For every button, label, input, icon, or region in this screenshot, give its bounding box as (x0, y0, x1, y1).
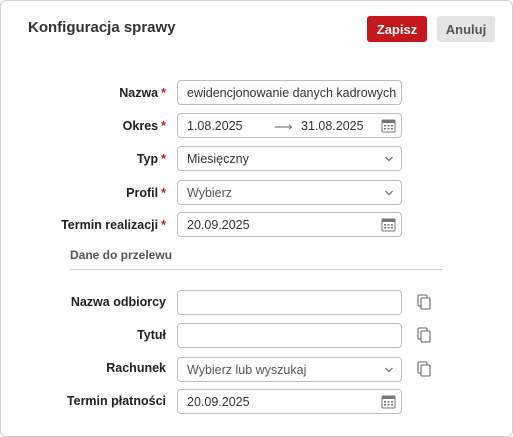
calendar-icon[interactable] (381, 118, 396, 133)
name-label-text: Nazwa (119, 86, 159, 100)
account-select[interactable]: Wybierz lub wyszukaj (177, 357, 402, 382)
subject-label: Tytuł (137, 328, 166, 342)
arrow-right-icon: ⟶ (274, 119, 293, 134)
name-input-value: ewidencjonowanie danych kadrowych (187, 85, 397, 100)
payment-date-label: Termin płatności (66, 394, 166, 408)
deadline-label: Termin realizacji * (61, 213, 166, 237)
period-range-input[interactable]: 1.08.2025 ⟶ 31.08.2025 (177, 113, 402, 138)
copy-icon[interactable] (417, 327, 431, 343)
payment-date-value: 20.09.2025 (187, 394, 250, 409)
period-label: Okres * (123, 114, 166, 138)
required-mark: * (161, 152, 166, 166)
profile-select-placeholder: Wybierz (187, 185, 233, 200)
type-select-value: Miesięczny (187, 151, 249, 166)
deadline-label-text: Termin realizacji (61, 218, 159, 232)
calendar-icon[interactable] (381, 217, 396, 232)
case-config-dialog: Konfiguracja sprawy Zapisz Anuluj Nazwa … (0, 0, 513, 437)
chevron-down-icon (385, 156, 393, 162)
payment-date-input[interactable]: 20.09.2025 (177, 389, 402, 414)
dialog-title: Konfiguracja sprawy (28, 19, 176, 36)
account-select-placeholder: Wybierz lub wyszukaj (187, 362, 307, 377)
section-divider (70, 269, 443, 270)
period-label-text: Okres (122, 119, 159, 133)
required-mark: * (161, 218, 166, 232)
calendar-icon[interactable] (381, 394, 396, 409)
copy-icon[interactable] (417, 361, 431, 377)
account-label: Rachunek (106, 361, 166, 375)
deadline-date-input[interactable]: 20.09.2025 (177, 212, 402, 237)
copy-icon[interactable] (417, 294, 431, 310)
type-label: Typ * (137, 147, 166, 171)
required-mark: * (161, 86, 166, 100)
required-mark: * (161, 186, 166, 200)
type-label-text: Typ (136, 152, 159, 166)
recipient-label: Nazwa odbiorcy (70, 295, 166, 309)
name-label: Nazwa * (119, 81, 166, 105)
save-button[interactable]: Zapisz (367, 16, 427, 42)
chevron-down-icon (385, 367, 393, 373)
profile-label-text: Profil (126, 186, 159, 200)
name-input[interactable]: ewidencjonowanie danych kadrowych (177, 80, 402, 105)
period-from-value: 1.08.2025 (187, 118, 243, 133)
subject-input[interactable] (177, 323, 402, 348)
transfer-section-title: Dane do przelewu (70, 248, 173, 262)
required-mark: * (161, 119, 166, 133)
type-select[interactable]: Miesięczny (177, 146, 402, 171)
profile-select[interactable]: Wybierz (177, 180, 402, 205)
deadline-date-value: 20.09.2025 (187, 217, 250, 232)
period-to-value: 31.08.2025 (301, 119, 364, 133)
recipient-input[interactable] (177, 290, 402, 315)
profile-label: Profil * (126, 181, 166, 205)
chevron-down-icon (385, 190, 393, 196)
cancel-button[interactable]: Anuluj (437, 16, 495, 42)
